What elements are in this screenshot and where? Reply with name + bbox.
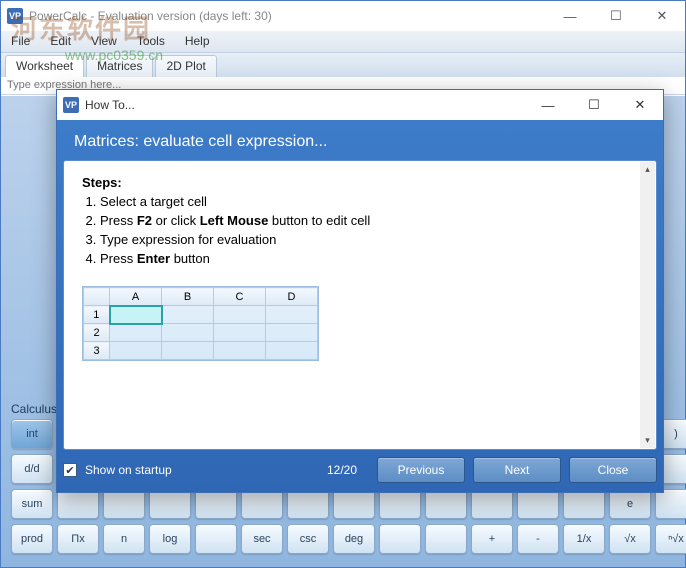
tab-2d-plot[interactable]: 2D Plot [155, 55, 216, 77]
matrix-col-D: D [266, 288, 318, 306]
show-on-startup-checkbox[interactable] [63, 463, 77, 477]
maximize-button[interactable]: ☐ [593, 1, 639, 31]
keypad-key[interactable] [425, 489, 467, 519]
dialog-maximize-button[interactable]: ☐ [571, 90, 617, 120]
keypad-key[interactable]: ⁿ√x [655, 524, 686, 554]
dialog-icon: VP [63, 97, 79, 113]
keypad-key[interactable]: csc [287, 524, 329, 554]
keypad-key[interactable]: sec [241, 524, 283, 554]
keypad-key[interactable]: n [103, 524, 145, 554]
keypad-key[interactable] [57, 489, 99, 519]
keypad-key[interactable] [333, 489, 375, 519]
keypad-key[interactable] [103, 489, 145, 519]
page-counter: 12/20 [327, 463, 357, 477]
keypad-key[interactable] [379, 524, 421, 554]
step-3: Type expression for evaluation [100, 231, 638, 250]
matrix-row-1: 1 [84, 306, 110, 324]
keypad-key[interactable]: int [11, 419, 53, 449]
dialog-titlebar[interactable]: VP How To... — ☐ ✕ [57, 90, 663, 120]
main-window: VP PowerCalc - Evaluation version (days … [0, 0, 686, 568]
keypad-key[interactable]: √x [609, 524, 651, 554]
keypad-key[interactable]: + [471, 524, 513, 554]
keypad-key[interactable] [195, 489, 237, 519]
menu-view[interactable]: View [81, 31, 127, 52]
step-4: Press Enter button [100, 250, 638, 269]
dialog-body: Matrices: evaluate cell expression... St… [57, 120, 663, 492]
keypad-row: prodΠxnlogseccscdeg+-1/x√xⁿ√x [11, 524, 675, 554]
keypad-key[interactable]: - [517, 524, 559, 554]
main-titlebar[interactable]: VP PowerCalc - Evaluation version (days … [1, 1, 685, 31]
next-button[interactable]: Next [473, 457, 561, 483]
minimize-button[interactable]: — [547, 1, 593, 31]
keypad-key[interactable] [563, 489, 605, 519]
dialog-title: How To... [85, 98, 525, 112]
main-title: PowerCalc - Evaluation version (days lef… [29, 9, 547, 23]
keypad-key[interactable]: Πx [57, 524, 99, 554]
keypad-key[interactable] [517, 489, 559, 519]
matrix-demo-image: A B C D 1 2 3 [82, 286, 319, 361]
tab-worksheet[interactable]: Worksheet [5, 55, 84, 77]
matrix-corner [84, 288, 110, 306]
menu-tools[interactable]: Tools [127, 31, 175, 52]
matrix-col-B: B [162, 288, 214, 306]
matrix-row-2: 2 [84, 324, 110, 342]
previous-button[interactable]: Previous [377, 457, 465, 483]
step-1: Select a target cell [100, 193, 638, 212]
keypad-key[interactable] [149, 489, 191, 519]
dialog-content: Steps: Select a target cell Press F2 or … [63, 160, 657, 450]
keypad-key[interactable] [195, 524, 237, 554]
keypad-key[interactable]: log [149, 524, 191, 554]
keypad-key[interactable] [379, 489, 421, 519]
dialog-footer: Show on startup 12/20 Previous Next Clos… [63, 454, 657, 486]
keypad-key[interactable]: deg [333, 524, 375, 554]
keypad-key[interactable]: d/d [11, 454, 53, 484]
close-main-button[interactable]: ✕ [639, 1, 685, 31]
keypad-key[interactable] [655, 489, 686, 519]
keypad-key[interactable]: 1/x [563, 524, 605, 554]
close-button[interactable]: Close [569, 457, 657, 483]
tab-matrices[interactable]: Matrices [86, 55, 153, 77]
step-2: Press F2 or click Left Mouse button to e… [100, 212, 638, 231]
howto-dialog: VP How To... — ☐ ✕ Matrices: evaluate ce… [56, 89, 664, 493]
menubar: File Edit View Tools Help [1, 31, 685, 53]
keypad-key[interactable]: e [609, 489, 651, 519]
app-icon: VP [7, 8, 23, 24]
matrix-row-3: 3 [84, 342, 110, 360]
matrix-cell-selected [110, 306, 162, 324]
matrix-col-A: A [110, 288, 162, 306]
dialog-header: Matrices: evaluate cell expression... [60, 123, 660, 163]
menu-file[interactable]: File [1, 31, 40, 52]
matrix-col-C: C [214, 288, 266, 306]
keypad-key[interactable] [471, 489, 513, 519]
dialog-scrollbar[interactable]: ▴ ▾ [640, 162, 655, 448]
keypad-key[interactable] [287, 489, 329, 519]
keypad-key[interactable] [241, 489, 283, 519]
keypad-key[interactable]: sum [11, 489, 53, 519]
menu-edit[interactable]: Edit [40, 31, 81, 52]
dialog-minimize-button[interactable]: — [525, 90, 571, 120]
scroll-down-icon[interactable]: ▾ [640, 433, 655, 448]
steps-title: Steps: [82, 175, 638, 190]
keypad-key[interactable] [425, 524, 467, 554]
menu-help[interactable]: Help [175, 31, 220, 52]
tabbar: Worksheet Matrices 2D Plot [1, 53, 685, 77]
keypad-key[interactable]: prod [11, 524, 53, 554]
show-on-startup-label: Show on startup [85, 463, 172, 477]
keypad-row: sum e [11, 489, 675, 519]
dialog-close-x-button[interactable]: ✕ [617, 90, 663, 120]
steps-list: Select a target cell Press F2 or click L… [82, 193, 638, 268]
scroll-up-icon[interactable]: ▴ [640, 162, 655, 177]
